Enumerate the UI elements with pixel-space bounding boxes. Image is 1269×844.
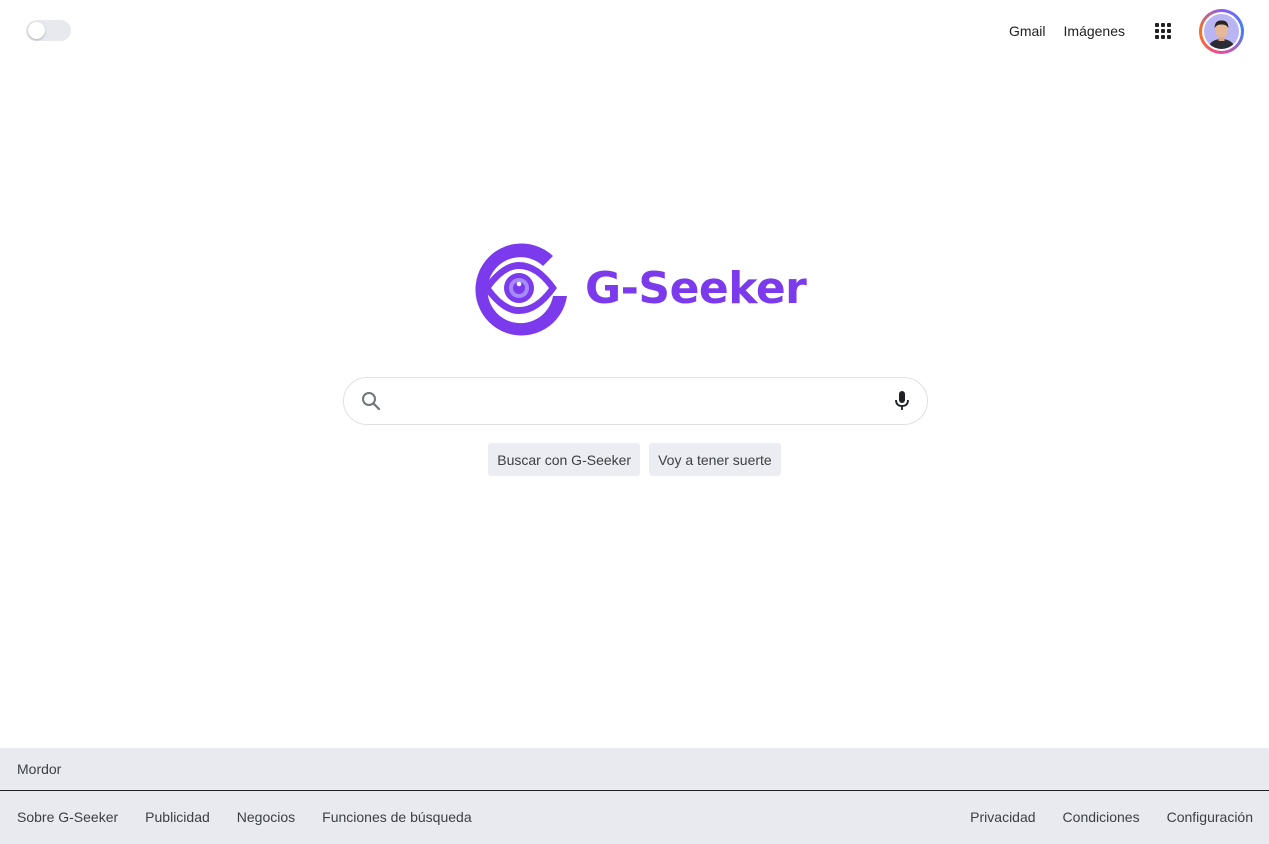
footer-location: Mordor	[0, 748, 1269, 791]
footer-link-advertising[interactable]: Publicidad	[145, 809, 210, 825]
footer: Mordor Sobre G-Seeker Publicidad Negocio…	[0, 748, 1269, 844]
footer-right-links: Privacidad Condiciones Configuración	[943, 809, 1253, 825]
location-label: Mordor	[17, 761, 62, 777]
footer-link-business[interactable]: Negocios	[237, 809, 295, 825]
footer-link-about[interactable]: Sobre G-Seeker	[17, 809, 118, 825]
top-navigation: Gmail Imágenes	[1009, 8, 1244, 54]
toggle-knob	[28, 22, 45, 39]
theme-toggle[interactable]	[26, 20, 71, 41]
microphone-icon[interactable]	[894, 390, 910, 412]
eye-g-logo-icon	[475, 243, 567, 336]
account-avatar-button[interactable]	[1199, 8, 1244, 54]
search-button[interactable]: Buscar con G-Seeker	[488, 443, 641, 476]
gmail-link[interactable]: Gmail	[1009, 23, 1046, 39]
search-input[interactable]	[393, 381, 894, 421]
search-buttons: Buscar con G-Seeker Voy a tener suerte	[0, 443, 1269, 476]
search-bar	[343, 377, 928, 425]
apps-grid-icon[interactable]	[1143, 11, 1183, 51]
logo-wordmark: G-Seeker	[585, 262, 807, 314]
footer-link-settings[interactable]: Configuración	[1167, 809, 1253, 825]
search-icon	[361, 391, 381, 411]
avatar	[1204, 13, 1239, 49]
footer-links: Sobre G-Seeker Publicidad Negocios Funci…	[0, 791, 1269, 843]
lucky-button[interactable]: Voy a tener suerte	[649, 443, 781, 476]
footer-link-terms[interactable]: Condiciones	[1063, 809, 1140, 825]
images-link[interactable]: Imágenes	[1064, 23, 1125, 39]
footer-link-how-search-works[interactable]: Funciones de búsqueda	[322, 809, 471, 825]
footer-link-privacy[interactable]: Privacidad	[970, 809, 1035, 825]
search-homepage: Gmail Imágenes G-Seeker Buscar con G-See…	[0, 0, 1269, 844]
footer-left-links: Sobre G-Seeker Publicidad Negocios Funci…	[17, 809, 499, 825]
g-seeker-logo: G-Seeker	[469, 236, 807, 340]
